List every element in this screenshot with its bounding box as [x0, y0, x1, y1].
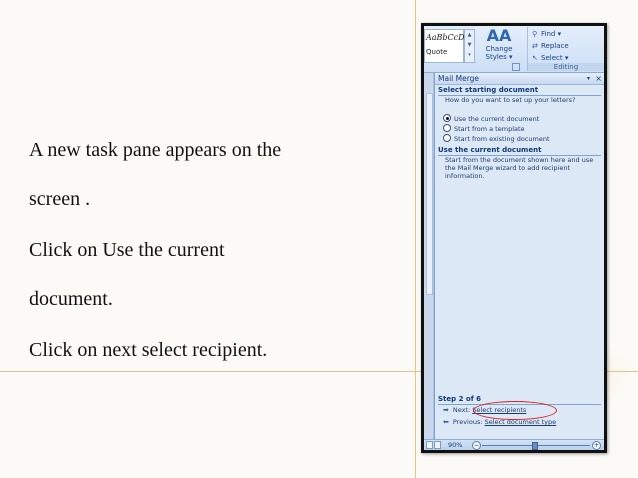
find-button[interactable]: ⚲ Find ▾ — [532, 29, 561, 39]
radio-empty-icon — [443, 134, 451, 142]
slide-text-line: screen . — [29, 188, 91, 210]
slide-text-line: document. — [29, 288, 113, 310]
setup-question: How do you want to set up your letters? — [445, 96, 576, 104]
vertical-scrollbar[interactable] — [426, 93, 433, 295]
zoom-out-icon[interactable]: − — [472, 441, 481, 450]
replace-icon: ⇄ — [532, 42, 538, 50]
change-styles-icon: AA — [486, 26, 512, 45]
style-preview-quote: Quote — [426, 48, 448, 56]
gallery-more-icon[interactable]: ▾ — [465, 50, 474, 60]
section-heading: Select starting document — [438, 86, 601, 96]
radio-use-current-document[interactable]: Use the current document — [443, 114, 539, 124]
slide-text-line: A new task pane appears on the — [29, 139, 282, 161]
highlight-ellipse — [473, 401, 557, 420]
replace-button[interactable]: ⇄ Replace — [532, 41, 569, 51]
radio-start-from-existing[interactable]: Start from existing document — [443, 134, 550, 144]
zoom-in-icon[interactable]: + — [592, 441, 601, 450]
ribbon: AaBbCcDc Quote ▲ ▼ ▾ AA Change Styles ▾ … — [424, 26, 604, 73]
decorative-vertical-line — [415, 0, 416, 478]
close-icon[interactable]: × — [595, 73, 602, 84]
radio-start-from-template[interactable]: Start from a template — [443, 124, 525, 134]
zoom-level[interactable]: 90% — [448, 440, 462, 450]
slide-text-line: Click on next select recipient. — [29, 339, 268, 361]
mail-merge-task-pane: Mail Merge ▾ × Select starting document … — [434, 73, 604, 440]
document-edge — [424, 73, 434, 440]
change-styles-label-2: Styles ▾ — [485, 53, 513, 61]
select-button[interactable]: ↖ Select ▾ — [532, 53, 568, 63]
radio-empty-icon — [443, 124, 451, 132]
style-preview-normal: AaBbCcDc — [426, 33, 470, 42]
binoculars-icon: ⚲ — [532, 30, 538, 38]
change-styles-button[interactable]: AA Change Styles ▾ — [476, 27, 522, 67]
radio-selected-icon — [443, 114, 451, 122]
gallery-scroll[interactable]: ▲ ▼ ▾ — [464, 29, 475, 63]
pane-menu-icon[interactable]: ▾ — [587, 73, 590, 84]
change-styles-label: Change — [485, 45, 513, 53]
word-screenshot: AaBbCcDc Quote ▲ ▼ ▾ AA Change Styles ▾ … — [421, 23, 607, 453]
editing-group: ⚲ Find ▾ ⇄ Replace ↖ Select ▾ Editing — [527, 27, 604, 71]
arrow-right-icon: ➡ — [443, 406, 449, 414]
gallery-up-icon[interactable]: ▲ — [465, 30, 474, 40]
view-buttons[interactable] — [426, 441, 446, 449]
section-description: Start from the document shown here and u… — [445, 156, 594, 180]
editing-group-label: Editing — [528, 63, 604, 71]
slide-text-line: Click on Use the current — [29, 239, 225, 261]
status-bar: 90% − + — [424, 439, 604, 450]
task-pane-title: Mail Merge ▾ × — [435, 73, 604, 85]
gallery-down-icon[interactable]: ▼ — [465, 40, 474, 50]
section-heading: Use the current document — [438, 146, 601, 156]
arrow-left-icon: ⬅ — [443, 418, 449, 426]
styles-dialog-launcher-icon[interactable] — [512, 63, 520, 71]
cursor-icon: ↖ — [532, 54, 538, 62]
zoom-slider-thumb[interactable] — [532, 442, 538, 450]
quick-styles-gallery[interactable]: AaBbCcDc Quote — [424, 29, 469, 63]
